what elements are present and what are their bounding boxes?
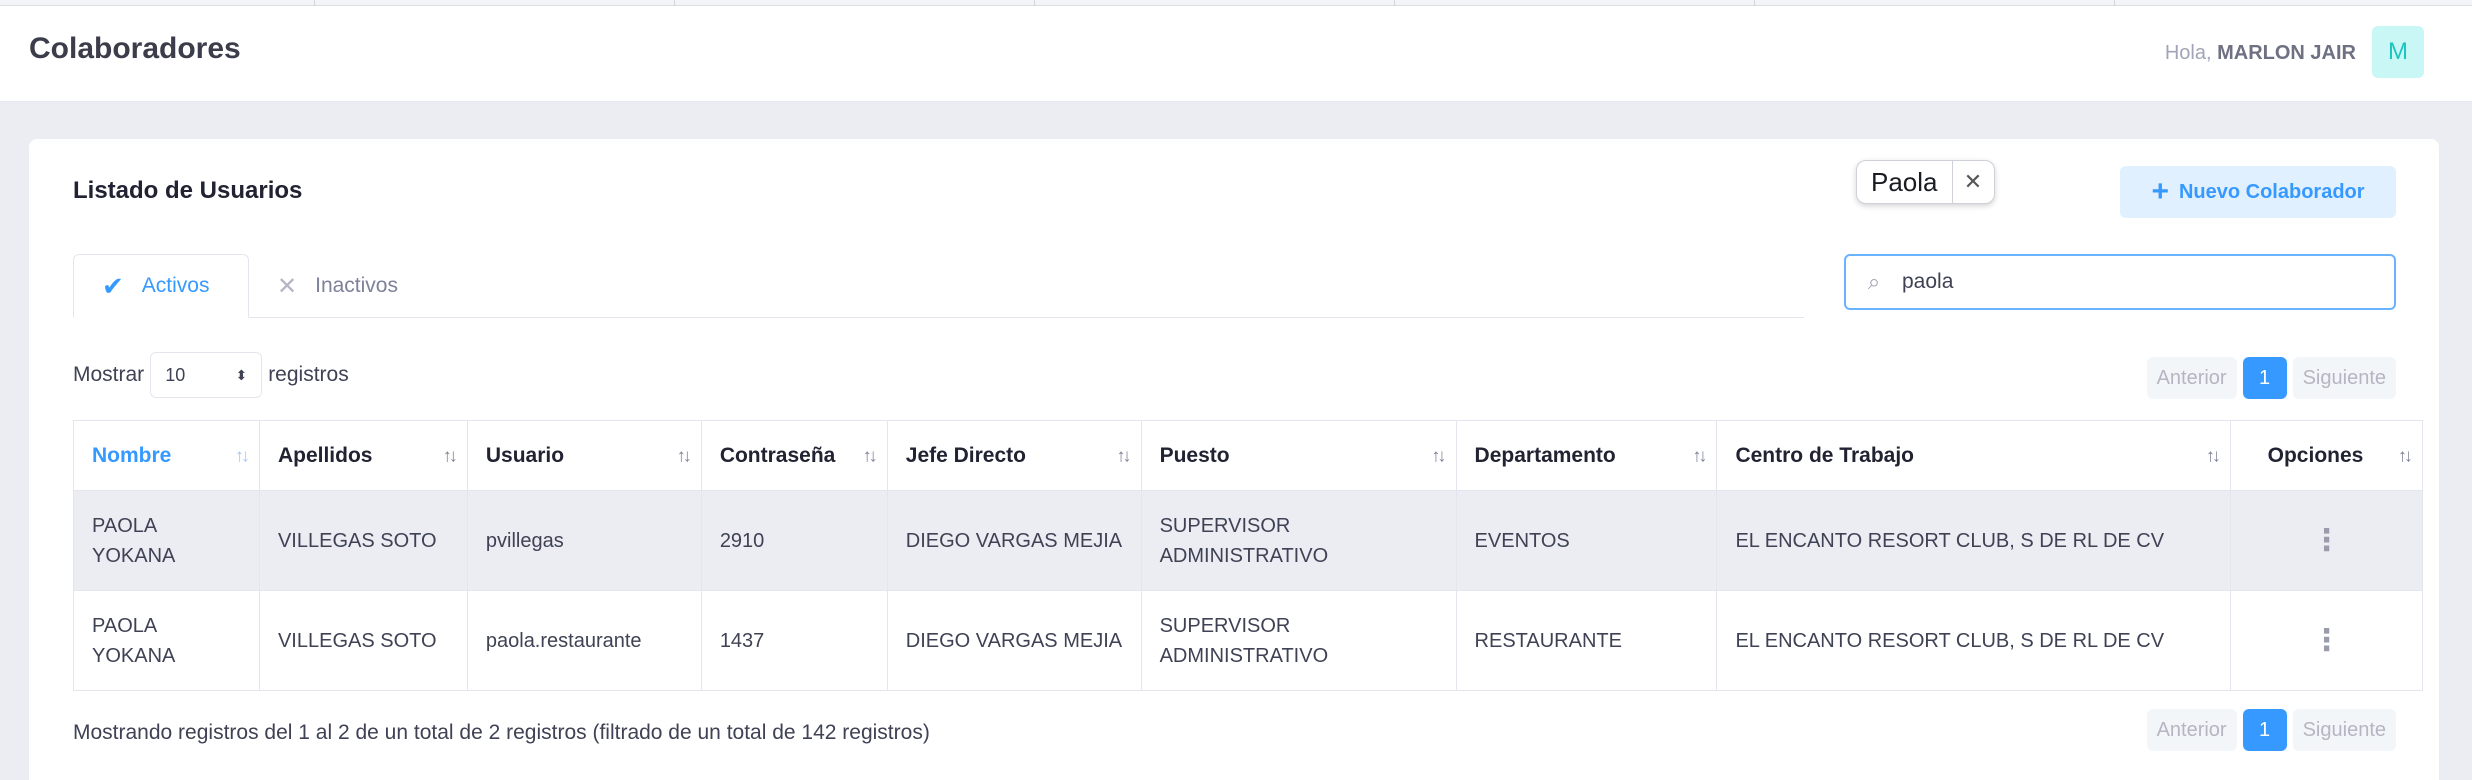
cell-puesto: SUPERVISOR ADMINISTRATIVO — [1140, 590, 1457, 691]
cell-apellidos: VILLEGAS SOTO — [258, 490, 468, 591]
users-table: Nombre ↑↓ Apellidos ↑↓ Usuario ↑↓ Contraseñ… — [73, 420, 2423, 691]
page-number-button[interactable]: 1 — [2242, 709, 2287, 751]
next-page-button[interactable]: Siguiente — [2292, 357, 2396, 399]
close-icon: ✕ — [277, 272, 298, 300]
page-length-control: Mostrar 10 ⬍ registros — [73, 352, 349, 398]
page-header: Colaboradores Hola, MARLON JAIR M — [0, 6, 2472, 102]
close-icon[interactable]: ✕ — [1951, 161, 1994, 203]
column-label: Departamento — [1474, 443, 1616, 467]
autocomplete-suggestion[interactable]: Paola ✕ — [1856, 160, 1995, 204]
page-length-value: 10 — [165, 364, 186, 385]
sort-icon: ↑↓ — [2398, 445, 2413, 465]
user-name: MARLON JAIR — [2217, 42, 2356, 64]
next-page-button[interactable]: Siguiente — [2292, 709, 2396, 751]
sort-asc-icon: ↑↓ — [234, 445, 250, 465]
length-suffix: registros — [268, 363, 349, 386]
row-options-icon[interactable]: ⋮ — [2230, 590, 2423, 691]
row-options-icon[interactable]: ⋮ — [2230, 490, 2423, 591]
column-header-nombre[interactable]: Nombre ↑↓ — [73, 420, 260, 491]
column-header-opciones[interactable]: Opciones ↑↓ — [2230, 420, 2423, 491]
cell-puesto: SUPERVISOR ADMINISTRATIVO — [1140, 490, 1457, 591]
column-label: Contraseña — [719, 443, 836, 467]
sort-icon: ↑↓ — [1431, 445, 1447, 465]
plus-icon: + — [2151, 175, 2169, 208]
users-card: Listado de Usuarios + Nuevo Colaborador … — [29, 139, 2439, 780]
cell-nombre: PAOLA YOKANA — [73, 490, 260, 591]
cell-jefe: DIEGO VARGAS MEJIA — [886, 490, 1142, 591]
check-icon: ✔ — [102, 270, 124, 301]
table-row[interactable]: PAOLA YOKANA VILLEGAS SOTO paola.restaur… — [73, 590, 2423, 691]
tab-activos[interactable]: ✔ Activos — [73, 254, 249, 318]
column-label: Nombre — [92, 443, 172, 467]
column-header-centro-trabajo[interactable]: Centro de Trabajo ↑↓ — [1716, 420, 2231, 491]
column-label: Usuario — [485, 443, 565, 467]
length-prefix: Mostrar — [73, 363, 145, 386]
greeting-prefix: Hola, — [2164, 42, 2212, 64]
sort-icon: ↑↓ — [1116, 445, 1132, 465]
search-input[interactable] — [1902, 270, 2382, 294]
column-header-contrasena[interactable]: Contraseña ↑↓ — [700, 420, 888, 491]
table-info: Mostrando registros del 1 al 2 de un tot… — [73, 721, 930, 744]
table-header-row: Nombre ↑↓ Apellidos ↑↓ Usuario ↑↓ Contraseñ… — [73, 420, 2423, 491]
status-tabs: ✔ Activos ✕ Inactivos — [73, 254, 1804, 318]
column-header-usuario[interactable]: Usuario ↑↓ — [466, 420, 702, 491]
new-collaborator-button[interactable]: + Nuevo Colaborador — [2120, 166, 2396, 218]
page-number-button[interactable]: 1 — [2242, 357, 2287, 399]
table-row[interactable]: PAOLA YOKANA VILLEGAS SOTO pvillegas 291… — [73, 490, 2423, 591]
column-header-puesto[interactable]: Puesto ↑↓ — [1140, 420, 1457, 491]
search-icon: ⌕ — [1867, 269, 1881, 294]
column-label: Apellidos — [277, 443, 373, 467]
card-title: Listado de Usuarios — [73, 177, 303, 204]
sort-icon: ↑↓ — [676, 445, 692, 465]
column-label: Puesto — [1159, 443, 1230, 467]
page-title: Colaboradores — [29, 32, 241, 65]
sort-icon: ↑↓ — [2206, 445, 2221, 465]
cell-jefe: DIEGO VARGAS MEJIA — [886, 590, 1142, 691]
prev-page-button[interactable]: Anterior — [2146, 357, 2237, 399]
cell-apellidos: VILLEGAS SOTO — [258, 590, 468, 691]
sort-icon: ↑↓ — [442, 445, 458, 465]
column-label: Centro de Trabajo — [1735, 443, 1914, 467]
sort-updown-icon: ⬍ — [235, 366, 248, 383]
column-label: Opciones — [2267, 443, 2364, 467]
cell-contrasena: 2910 — [700, 490, 888, 591]
column-header-apellidos[interactable]: Apellidos ↑↓ — [258, 420, 468, 491]
column-header-departamento[interactable]: Departamento ↑↓ — [1455, 420, 1718, 491]
prev-page-button[interactable]: Anterior — [2146, 709, 2237, 751]
tab-inactivos[interactable]: ✕ Inactivos — [249, 254, 449, 318]
cell-usuario: paola.restaurante — [466, 590, 702, 691]
cell-centro: EL ENCANTO RESORT CLUB, S DE RL DE CV — [1716, 490, 2231, 591]
cell-usuario: pvillegas — [466, 490, 702, 591]
page-length-select[interactable]: 10 ⬍ — [150, 352, 263, 398]
tab-activos-label: Activos — [141, 274, 210, 297]
new-collaborator-label: Nuevo Colaborador — [2178, 180, 2365, 203]
cell-nombre: PAOLA YOKANA — [73, 590, 260, 691]
cell-contrasena: 1437 — [700, 590, 888, 691]
cell-departamento: RESTAURANTE — [1455, 590, 1718, 691]
suggestion-text[interactable]: Paola — [1857, 161, 1952, 203]
column-label: Jefe Directo — [905, 443, 1026, 467]
sort-icon: ↑↓ — [862, 445, 878, 465]
pagination-bottom: Anterior 1 Siguiente — [2146, 709, 2396, 751]
search-box: ⌕ — [1844, 254, 2396, 310]
column-header-jefe-directo[interactable]: Jefe Directo ↑↓ — [886, 420, 1142, 491]
pagination-top: Anterior 1 Siguiente — [2146, 357, 2396, 399]
user-greeting: Hola, MARLON JAIR — [2165, 42, 2356, 65]
tab-inactivos-label: Inactivos — [315, 274, 398, 297]
sort-icon: ↑↓ — [1692, 445, 1707, 465]
cell-departamento: EVENTOS — [1455, 490, 1718, 591]
avatar[interactable]: M — [2372, 26, 2424, 78]
cell-centro: EL ENCANTO RESORT CLUB, S DE RL DE CV — [1716, 590, 2231, 691]
